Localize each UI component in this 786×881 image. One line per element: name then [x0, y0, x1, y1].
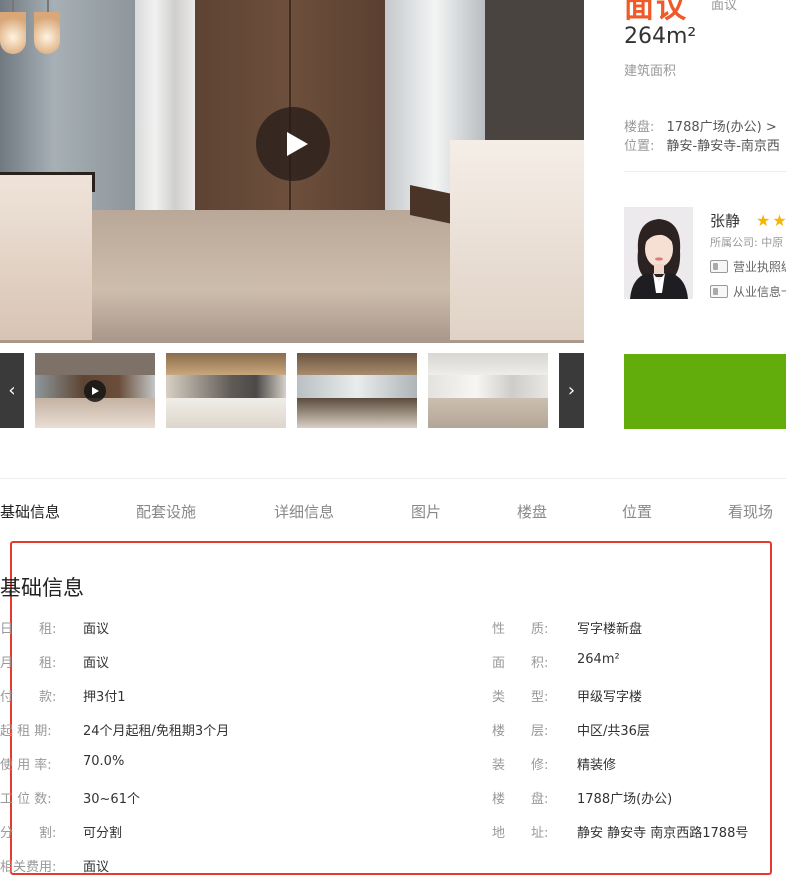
main-photo[interactable]: [0, 0, 584, 343]
photo-desk-right: [450, 140, 584, 340]
building-line: 楼盘: 1788广场(办公) >: [624, 116, 777, 135]
thumb-ceiling: [297, 353, 417, 375]
star-icon: ★★: [756, 211, 786, 230]
divisible-value: 可分割: [83, 826, 123, 841]
practice-card-label: 从业信息卡: [733, 285, 786, 299]
business-license-label: 营业执照编: [733, 260, 786, 274]
area-row-value: 264m²: [577, 652, 620, 667]
thumb-wall: [166, 375, 286, 398]
related-fees-label: 相关费用:: [0, 860, 57, 875]
tab-photos[interactable]: 图片: [411, 501, 441, 522]
building-label: 楼盘:: [624, 120, 655, 135]
floor-value: 中区/共36层: [577, 724, 650, 739]
daily-rent-value: 面议: [83, 622, 110, 637]
practice-card-icon: [710, 285, 728, 298]
payment-label: 付 款:: [0, 690, 57, 705]
tab-details[interactable]: 详细信息: [274, 501, 334, 522]
business-license-link[interactable]: 营业执照编: [710, 258, 786, 275]
price-unit: 面议: [711, 0, 738, 13]
location-link[interactable]: 静安-静安寺-南京西: [667, 139, 780, 154]
pendant-lamp: [34, 12, 60, 54]
play-icon: [92, 387, 99, 395]
tab-location[interactable]: 位置: [622, 501, 652, 522]
thumbnail-photo[interactable]: [297, 353, 417, 428]
video-play-button[interactable]: [256, 107, 330, 181]
play-icon: [286, 132, 308, 156]
thumbnail-photo[interactable]: [428, 353, 548, 428]
efficiency-value: 70.0%: [83, 754, 125, 769]
tab-site-visit[interactable]: 看现场: [728, 501, 773, 522]
thumb-floor: [297, 398, 417, 428]
thumb-floor: [35, 398, 155, 428]
thumb-wall: [297, 375, 417, 398]
agent-avatar[interactable]: [624, 207, 693, 299]
tab-facilities[interactable]: 配套设施: [136, 501, 196, 522]
photo-desk-left: [0, 175, 92, 340]
price-value: 面议: [624, 0, 688, 25]
location-line: 位置: 静安-静安寺-南京西: [624, 135, 780, 154]
grade-label: 类 型:: [492, 690, 549, 705]
address-value: 静安 静安寺 南京西路1788号: [577, 826, 749, 841]
building-link[interactable]: 1788广场(办公) >: [667, 120, 777, 135]
workstations-label: 工 位 数:: [0, 792, 52, 807]
thumbnail-prev-button[interactable]: ‹: [0, 353, 24, 428]
divisible-label: 分 割:: [0, 826, 57, 841]
area-row-label: 面 积:: [492, 656, 549, 671]
thumb-wall: [428, 375, 548, 398]
property-type-label: 性 质:: [492, 622, 549, 637]
related-fees-value: 面议: [83, 860, 110, 875]
thumb-ceiling: [166, 353, 286, 375]
agent-portrait: [624, 207, 693, 299]
thumb-ceiling: [35, 353, 155, 375]
building-row-value[interactable]: 1788广场(办公): [577, 788, 672, 807]
contact-agent-button[interactable]: [624, 354, 786, 429]
tab-building[interactable]: 楼盘: [517, 501, 547, 522]
tab-basic-info[interactable]: 基础信息: [0, 501, 60, 522]
property-type-value: 写字楼新盘: [577, 622, 643, 637]
lease-term-value: 24个月起租/免租期3个月: [83, 724, 230, 739]
daily-rent-label: 日 租:: [0, 622, 57, 637]
thumbnail-next-button[interactable]: ›: [559, 353, 584, 428]
workstations-value: 30~61个: [83, 792, 140, 807]
thumb-floor: [166, 398, 286, 428]
address-label: 地 址:: [492, 826, 549, 841]
grade-value: 甲级写字楼: [577, 690, 643, 705]
location-label: 位置:: [624, 139, 655, 154]
payment-value: 押3付1: [83, 690, 126, 705]
lease-term-label: 起 租 期:: [0, 724, 52, 739]
area-value: 264m²: [624, 24, 697, 49]
thumbnail-play-badge: [84, 380, 106, 402]
practice-card-link[interactable]: 从业信息卡: [710, 283, 786, 300]
decoration-value: 精装修: [577, 758, 617, 773]
panel-divider: [624, 171, 786, 172]
basic-info-title: 基础信息: [0, 576, 84, 600]
agent-company: 所属公司: 中原: [710, 236, 784, 249]
decoration-label: 装 修:: [492, 758, 549, 773]
business-license-icon: [710, 260, 728, 273]
thumbnail-strip: ‹ ›: [0, 353, 584, 428]
thumbnail-photo[interactable]: [166, 353, 286, 428]
efficiency-label: 使 用 率:: [0, 758, 52, 773]
photo-curtain: [135, 0, 195, 215]
detail-tab-bar: 基础信息 配套设施 详细信息 图片 楼盘 位置 看现场: [0, 478, 786, 540]
area-label: 建筑面积: [624, 64, 677, 79]
chevron-right-icon: ›: [567, 380, 576, 401]
monthly-rent-value: 面议: [83, 656, 110, 671]
floor-label: 楼 层:: [492, 724, 549, 739]
chevron-left-icon: ‹: [8, 380, 16, 401]
thumb-ceiling: [428, 353, 548, 375]
building-row-label: 楼 盘:: [492, 792, 549, 807]
photo-wall-right: [485, 0, 584, 160]
agent-name[interactable]: 张静: [710, 210, 740, 231]
thumbnail-video[interactable]: [35, 353, 155, 428]
pendant-lamp: [0, 12, 26, 54]
thumb-floor: [428, 398, 548, 428]
monthly-rent-label: 月 租:: [0, 656, 57, 671]
